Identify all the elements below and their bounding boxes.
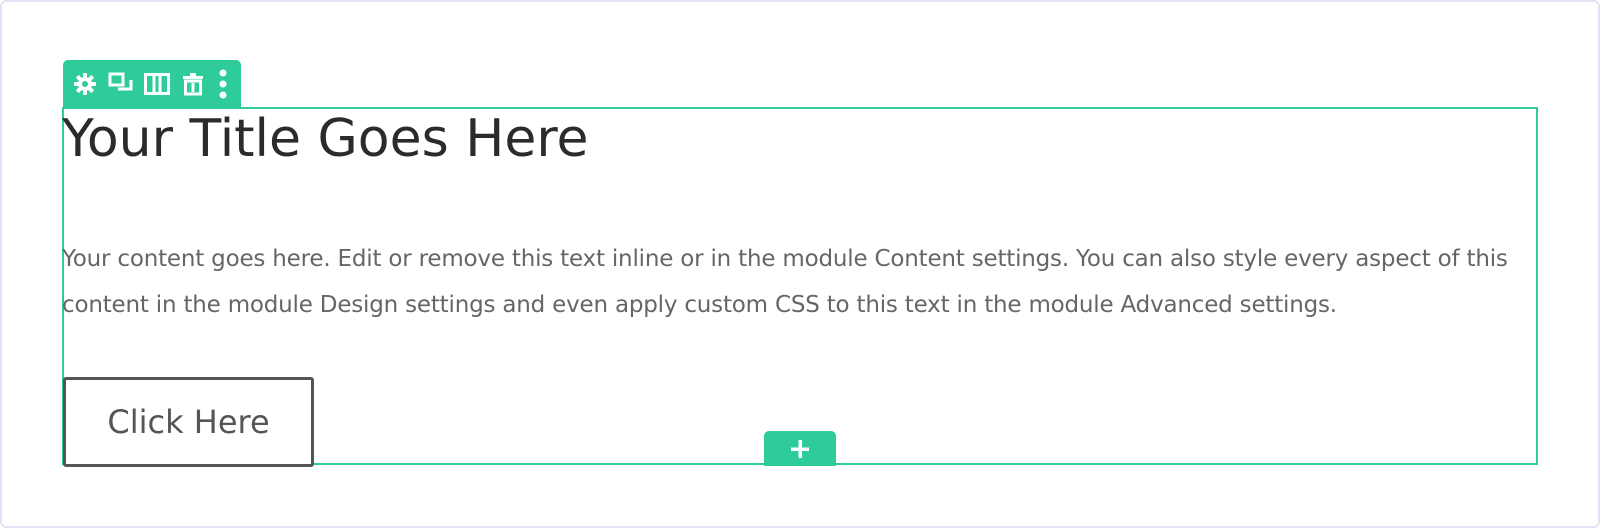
module-toolbar <box>63 60 241 107</box>
more-vertical-icon <box>219 69 227 98</box>
columns-icon <box>144 72 170 95</box>
module-settings-button[interactable] <box>71 69 99 99</box>
plus-icon <box>791 439 809 458</box>
trash-icon <box>183 72 203 95</box>
module-columns-button[interactable] <box>143 69 171 99</box>
module-title[interactable]: Your Title Goes Here <box>62 108 589 170</box>
module-more-button[interactable] <box>215 69 231 99</box>
gear-icon <box>74 72 96 95</box>
add-module-button[interactable] <box>764 431 836 466</box>
module-delete-button[interactable] <box>179 69 207 99</box>
module-body-text[interactable]: Your content goes here. Edit or remove t… <box>62 236 1536 328</box>
duplicate-icon <box>108 72 133 90</box>
module-duplicate-button[interactable] <box>107 69 135 99</box>
click-here-button[interactable]: Click Here <box>63 377 314 467</box>
